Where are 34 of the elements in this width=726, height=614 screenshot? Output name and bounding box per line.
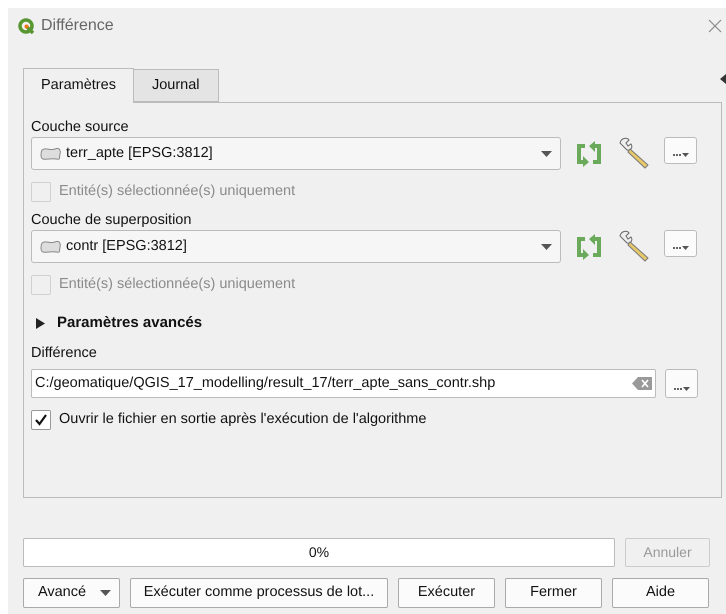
clear-icon[interactable]	[632, 377, 652, 390]
more-options-button[interactable]	[664, 230, 697, 257]
action-button[interactable]: Fermer	[505, 578, 602, 608]
polygon-layer-icon	[40, 240, 62, 254]
ellipsis-caret-icon	[672, 385, 690, 391]
action-button[interactable]: Aide	[612, 578, 709, 608]
tab[interactable]: Paramètres	[23, 68, 134, 103]
window-title: Différence	[41, 16, 114, 36]
app-logo-icon	[18, 18, 35, 34]
section-header[interactable]: Paramètres avancés	[57, 312, 202, 334]
dropdown-arrow-icon	[541, 150, 552, 156]
expand-arrow-icon[interactable]	[36, 318, 45, 328]
more-options-button[interactable]	[665, 369, 698, 398]
advanced-dropdown-button[interactable]: Avancé	[23, 578, 120, 608]
action-button[interactable]: Exécuter comme processus de lot...	[130, 578, 388, 608]
action-button[interactable]: Exécuter	[398, 578, 495, 608]
checkbox[interactable]	[31, 410, 51, 430]
polygon-layer-icon	[40, 146, 62, 160]
collapse-arrow-icon[interactable]	[720, 74, 726, 84]
field-label: Couche de superposition	[31, 211, 192, 230]
layer-dropdown[interactable]: terr_apte [EPSG:3812]	[31, 137, 561, 170]
output-file-field[interactable]: C:/geomatique/QGIS_17_modelling/result_17/terr_apte_sans_contr.shp	[31, 369, 656, 398]
progress-text: 0%	[308, 543, 330, 562]
dropdown-arrow-icon	[541, 244, 552, 250]
field-label: Différence	[31, 344, 98, 363]
field-label: Couche source	[31, 118, 130, 137]
ellipsis-caret-icon	[672, 151, 690, 157]
dropdown-arrow-icon	[100, 590, 111, 596]
checkbox-label[interactable]: Ouvrir le fichier en sortie après l'exécution de l'algorithme	[59, 409, 426, 431]
close-icon[interactable]	[708, 19, 722, 33]
layer-dropdown[interactable]: contr [EPSG:3812]	[31, 230, 561, 263]
ellipsis-caret-icon	[672, 244, 690, 250]
more-options-button[interactable]	[664, 137, 697, 164]
tab[interactable]: Journal	[134, 69, 219, 102]
